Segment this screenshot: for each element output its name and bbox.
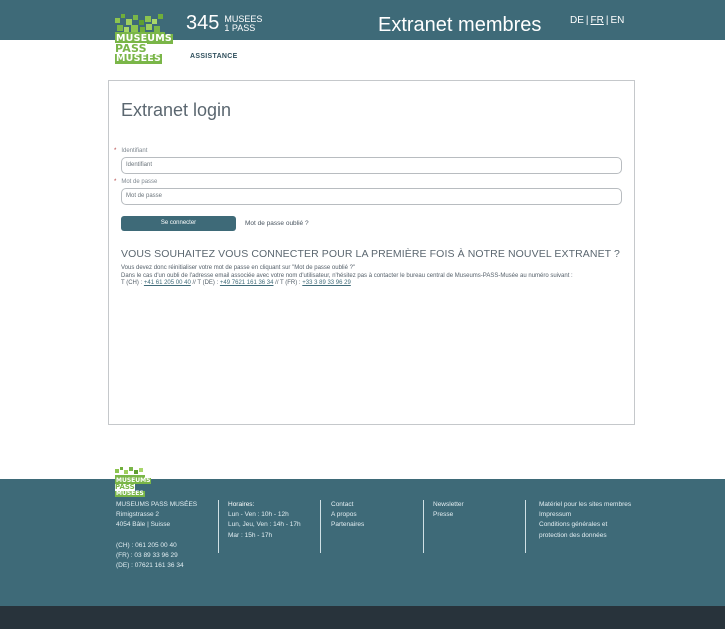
footer-hours-title: Horaires: [228, 501, 255, 508]
logo-text-musees: MUSEES [115, 53, 163, 64]
footer-phone[interactable]: (CH) : 061 205 00 40 [116, 541, 211, 551]
assistance-link[interactable]: ASSISTANCE [190, 53, 238, 60]
footer-divider [423, 500, 424, 553]
phone-de-link[interactable]: +49 7621 161 36 34 [220, 280, 274, 286]
password-label-text: Mot de passe [121, 179, 158, 185]
footer-link-about[interactable]: A propos [331, 510, 411, 520]
footer-hours-line: Lun - Ven : 10h - 12h [228, 511, 289, 519]
footer-divider [218, 500, 219, 553]
footer-phone[interactable]: (DE) : 07621 161 36 34 [116, 561, 211, 571]
museum-count-caption: MUSEES 1 PASS [224, 15, 262, 33]
password-label: * Mot de passe [114, 179, 157, 185]
footer [0, 479, 725, 606]
footer-address-line: 4054 Bâle | Suisse [116, 521, 171, 529]
museum-count: 345 [186, 12, 220, 34]
required-marker: * [114, 148, 117, 154]
footer-address-line: MUSEUMS PASS MUSÉES [116, 501, 198, 508]
lang-separator: | [605, 15, 609, 26]
footer-address-line: Rimigstrasse 2 [116, 511, 159, 519]
footer-link-press[interactable]: Presse [433, 510, 513, 520]
username-label-text: Identifiant [121, 148, 148, 154]
phone-line: T (CH) : +41 61 205 00 40 // T (DE) : +4… [121, 280, 611, 288]
login-title: Extranet login [121, 100, 232, 120]
footer-link-partners[interactable]: Partenaires [331, 520, 411, 530]
count-sub-pass: 1 PASS [224, 23, 256, 33]
footer-divider [525, 500, 526, 553]
footer-address: MUSEUMS PASS MUSÉES Rimigstrasse 2 4054 … [116, 500, 211, 571]
phone-fr-label: // T (FR) : [275, 280, 301, 286]
footer-divider [320, 500, 321, 553]
footer-logo[interactable]: MUSEUMS PASS MUSEES [115, 467, 155, 497]
instructions-line-2: Dans le cas d'un oubli de l'adresse emai… [121, 272, 573, 279]
footer-hours-line: Mar : 15h - 17h [228, 531, 273, 539]
footer-phone[interactable]: (FR) : 03 89 33 96 29 [116, 551, 211, 561]
footer-link-impressum[interactable]: Impressum [539, 510, 634, 520]
phone-ch-label: T (CH) : [121, 280, 143, 286]
required-marker: * [114, 179, 117, 185]
footer-hours: Horaires: Lun - Ven : 10h - 12h Lun, Jeu… [228, 500, 313, 541]
footer-about-links: Contact A propos Partenaires [331, 500, 411, 531]
phone-ch-link[interactable]: +41 61 205 00 40 [144, 280, 191, 286]
forgot-password-link[interactable]: Mot de passe oublié ? [245, 220, 309, 227]
first-login-heading: VOUS SOUHAITEZ VOUS CONNECTER POUR LA PR… [121, 248, 620, 260]
footer-member-links: Matériel pour les sites membres Impressu… [539, 500, 634, 541]
phone-fr-link[interactable]: +33 3 89 33 96 29 [302, 280, 351, 286]
lang-de[interactable]: DE [570, 15, 584, 26]
language-switcher: DE | FR | EN [569, 15, 625, 26]
username-label: * Identifiant [114, 148, 147, 154]
page-title: Extranet membres [378, 14, 542, 36]
lang-separator: | [585, 15, 589, 26]
instructions-line-1: Vous devez donc réinitialiser votre mot … [121, 265, 356, 271]
password-input[interactable]: Mot de passe [121, 188, 622, 205]
footer-link-contact[interactable]: Contact [331, 500, 411, 510]
phone-de-label: // T (DE) : [192, 280, 219, 286]
footer-hours-line: Lun, Jeu, Ven : 14h - 17h [228, 521, 301, 529]
footer-link-terms[interactable]: Conditions générales et protection des d… [539, 520, 634, 540]
bottom-bar [0, 606, 725, 629]
footer-logo-text-musees: MUSEES [115, 490, 145, 497]
lang-fr[interactable]: FR [591, 15, 604, 26]
museums-pass-logo[interactable]: MUSEUMS PASS MUSEES [115, 14, 173, 64]
footer-news-links: Newsletter Presse [433, 500, 513, 520]
username-input[interactable]: Identifiant [121, 157, 622, 174]
first-login-instructions: Vous devez donc réinitialiser votre mot … [121, 265, 611, 288]
login-button[interactable]: Se connecter [121, 216, 236, 231]
footer-link-member-material[interactable]: Matériel pour les sites membres [539, 500, 634, 510]
footer-link-newsletter[interactable]: Newsletter [433, 500, 513, 510]
lang-en[interactable]: EN [610, 15, 624, 26]
museum-counter: 345 MUSEES 1 PASS [186, 12, 262, 34]
